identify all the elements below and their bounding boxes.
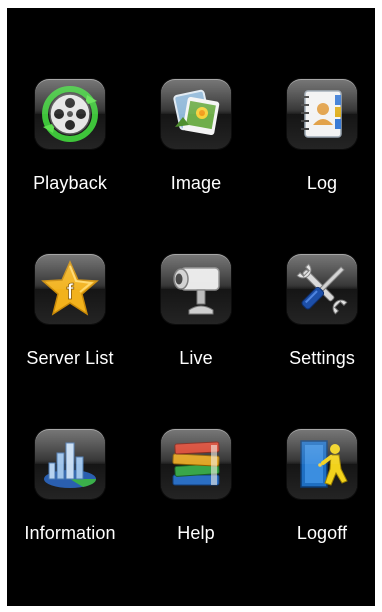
menu-item-label: Log xyxy=(306,173,338,193)
menu-item-label: Logoff xyxy=(296,523,348,543)
exit-door-icon xyxy=(287,429,357,499)
security-camera-icon xyxy=(161,254,231,324)
contact-notebook-icon xyxy=(287,79,357,149)
menu-item-label: Server List xyxy=(26,348,114,368)
menu-item-server-list[interactable]: f Server List xyxy=(10,254,130,394)
menu-item-label: Live xyxy=(179,348,213,368)
menu-item-log[interactable]: Log xyxy=(262,79,382,219)
star-f-icon: f xyxy=(35,254,105,324)
svg-text:f: f xyxy=(66,279,74,304)
menu-item-image[interactable]: Image xyxy=(136,79,256,219)
menu-item-settings[interactable]: Settings xyxy=(262,254,382,394)
menu-item-live[interactable]: Live xyxy=(136,254,256,394)
books-icon xyxy=(161,429,231,499)
building-chart-icon xyxy=(35,429,105,499)
menu-item-label: Settings xyxy=(289,348,355,368)
menu-item-label: Help xyxy=(177,523,215,543)
menu-item-playback[interactable]: Playback xyxy=(10,79,130,219)
menu-item-label: Playback xyxy=(33,173,107,193)
menu-item-information[interactable]: Information xyxy=(10,429,130,569)
menu-item-label: Image xyxy=(170,173,222,193)
film-reel-play-icon xyxy=(35,79,105,149)
menu-item-help[interactable]: Help xyxy=(136,429,256,569)
photo-gallery-icon xyxy=(161,79,231,149)
menu-item-logoff[interactable]: Logoff xyxy=(262,429,382,569)
main-menu-screen: Playback Image Log f Server List Live Se… xyxy=(7,8,375,606)
menu-item-label: Information xyxy=(24,523,116,543)
wrench-screwdriver-icon xyxy=(287,254,357,324)
